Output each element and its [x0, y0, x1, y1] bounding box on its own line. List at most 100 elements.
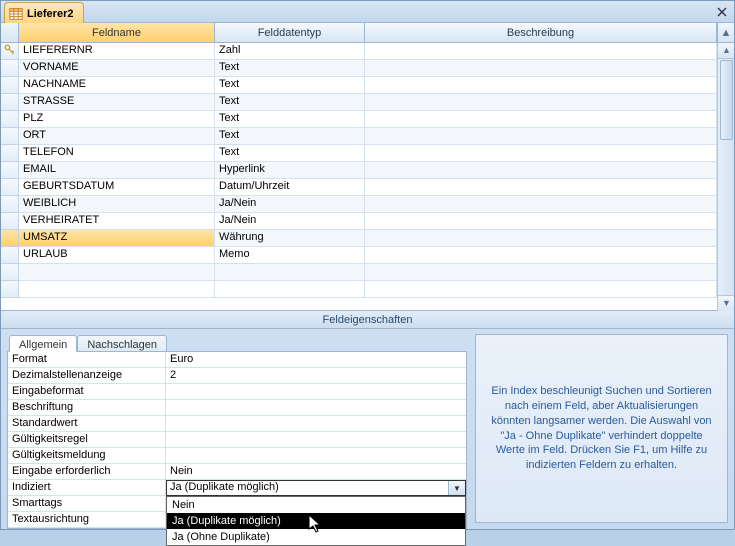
field-name-cell[interactable]: WEIBLICH — [19, 196, 215, 213]
description-cell[interactable] — [365, 213, 717, 230]
field-name-cell[interactable] — [19, 264, 215, 281]
property-row[interactable]: Gültigkeitsregel — [8, 432, 466, 448]
scroll-up-icon[interactable]: ▲ — [718, 43, 734, 59]
row-selector[interactable] — [1, 94, 19, 111]
field-row[interactable]: GEBURTSDATUMDatum/Uhrzeit — [1, 179, 717, 196]
tab-general[interactable]: Allgemein — [9, 335, 77, 352]
description-cell[interactable] — [365, 179, 717, 196]
scroll-down-icon[interactable]: ▼ — [718, 295, 734, 311]
property-row[interactable]: Eingabeformat — [8, 384, 466, 400]
column-header-description[interactable]: Beschreibung — [365, 23, 717, 42]
description-cell[interactable] — [365, 196, 717, 213]
column-header-fieldname[interactable]: Feldname — [19, 23, 215, 42]
row-selector[interactable] — [1, 179, 19, 196]
tab-lookup[interactable]: Nachschlagen — [77, 335, 167, 352]
field-name-cell[interactable]: VORNAME — [19, 60, 215, 77]
indexed-dropdown[interactable]: NeinJa (Duplikate möglich)Ja (Ohne Dupli… — [166, 496, 466, 546]
row-selector[interactable] — [1, 77, 19, 94]
description-cell[interactable] — [365, 43, 717, 60]
description-cell[interactable] — [365, 162, 717, 179]
description-cell[interactable] — [365, 128, 717, 145]
field-name-cell[interactable]: UMSATZ — [19, 230, 215, 247]
data-type-cell[interactable]: Text — [215, 94, 365, 111]
field-name-cell[interactable]: LIEFERERNR — [19, 43, 215, 60]
property-value[interactable] — [166, 432, 466, 448]
object-tab[interactable]: Lieferer2 — [4, 2, 84, 24]
field-row[interactable]: LIEFERERNRZahl — [1, 43, 717, 60]
description-cell[interactable] — [365, 60, 717, 77]
field-name-cell[interactable]: ORT — [19, 128, 215, 145]
data-type-cell[interactable]: Text — [215, 128, 365, 145]
row-selector[interactable] — [1, 43, 19, 60]
row-selector[interactable] — [1, 213, 19, 230]
vertical-scrollbar[interactable]: ▲ ▼ — [717, 43, 734, 311]
field-row[interactable]: VORNAMEText — [1, 60, 717, 77]
property-row[interactable]: Eingabe erforderlichNein — [8, 464, 466, 480]
close-button[interactable] — [714, 4, 730, 20]
row-selector[interactable] — [1, 230, 19, 247]
property-row[interactable]: Beschriftung — [8, 400, 466, 416]
scrollbar-thumb[interactable] — [720, 60, 733, 140]
row-selector[interactable] — [1, 196, 19, 213]
data-type-cell[interactable] — [215, 264, 365, 281]
description-cell[interactable] — [365, 230, 717, 247]
property-row[interactable]: FormatEuro — [8, 352, 466, 368]
dropdown-option[interactable]: Ja (Duplikate möglich) — [167, 513, 465, 529]
data-type-cell[interactable]: Datum/Uhrzeit — [215, 179, 365, 196]
description-cell[interactable] — [365, 94, 717, 111]
field-row[interactable]: STRASSEText — [1, 94, 717, 111]
field-name-cell[interactable]: NACHNAME — [19, 77, 215, 94]
field-row[interactable] — [1, 281, 717, 298]
row-selector[interactable] — [1, 145, 19, 162]
property-value[interactable] — [166, 448, 466, 464]
dropdown-option[interactable]: Nein — [167, 497, 465, 513]
field-row[interactable]: VERHEIRATETJa/Nein — [1, 213, 717, 230]
scroll-up-button[interactable]: ▲ — [717, 23, 734, 42]
field-row[interactable]: NACHNAMEText — [1, 77, 717, 94]
property-value[interactable]: 2 — [166, 368, 466, 384]
field-name-cell[interactable]: EMAIL — [19, 162, 215, 179]
data-type-cell[interactable]: Memo — [215, 247, 365, 264]
field-name-cell[interactable]: GEBURTSDATUM — [19, 179, 215, 196]
row-selector[interactable] — [1, 60, 19, 77]
property-row[interactable]: IndiziertJa (Duplikate möglich)▼ — [8, 480, 466, 496]
row-selector[interactable] — [1, 247, 19, 264]
property-row[interactable]: Gültigkeitsmeldung — [8, 448, 466, 464]
property-value[interactable] — [166, 400, 466, 416]
data-type-cell[interactable]: Text — [215, 145, 365, 162]
property-row[interactable]: Standardwert — [8, 416, 466, 432]
field-row[interactable]: EMAILHyperlink — [1, 162, 717, 179]
field-row[interactable]: TELEFONText — [1, 145, 717, 162]
row-selector[interactable] — [1, 111, 19, 128]
data-type-cell[interactable]: Text — [215, 60, 365, 77]
data-type-cell[interactable]: Text — [215, 111, 365, 128]
field-row[interactable]: PLZText — [1, 111, 717, 128]
field-name-cell[interactable]: URLAUB — [19, 247, 215, 264]
column-header-datatype[interactable]: Felddatentyp — [215, 23, 365, 42]
property-row[interactable]: Dezimalstellenanzeige2 — [8, 368, 466, 384]
field-name-cell[interactable]: PLZ — [19, 111, 215, 128]
field-row[interactable]: WEIBLICHJa/Nein — [1, 196, 717, 213]
data-type-cell[interactable]: Zahl — [215, 43, 365, 60]
description-cell[interactable] — [365, 264, 717, 281]
field-row[interactable]: UMSATZWährung — [1, 230, 717, 247]
field-row[interactable]: URLAUBMemo — [1, 247, 717, 264]
row-selector[interactable] — [1, 128, 19, 145]
row-selector[interactable] — [1, 281, 19, 298]
field-row[interactable] — [1, 264, 717, 281]
row-selector[interactable] — [1, 264, 19, 281]
field-name-cell[interactable]: TELEFON — [19, 145, 215, 162]
property-value[interactable] — [166, 384, 466, 400]
description-cell[interactable] — [365, 247, 717, 264]
field-row[interactable]: ORTText — [1, 128, 717, 145]
data-type-cell[interactable]: Ja/Nein — [215, 213, 365, 230]
data-type-cell[interactable] — [215, 281, 365, 298]
field-name-cell[interactable] — [19, 281, 215, 298]
row-selector-header[interactable] — [1, 23, 19, 42]
property-value[interactable]: Nein — [166, 464, 466, 480]
data-type-cell[interactable]: Währung — [215, 230, 365, 247]
field-name-cell[interactable]: STRASSE — [19, 94, 215, 111]
data-type-cell[interactable]: Text — [215, 77, 365, 94]
data-type-cell[interactable]: Hyperlink — [215, 162, 365, 179]
property-value[interactable] — [166, 416, 466, 432]
